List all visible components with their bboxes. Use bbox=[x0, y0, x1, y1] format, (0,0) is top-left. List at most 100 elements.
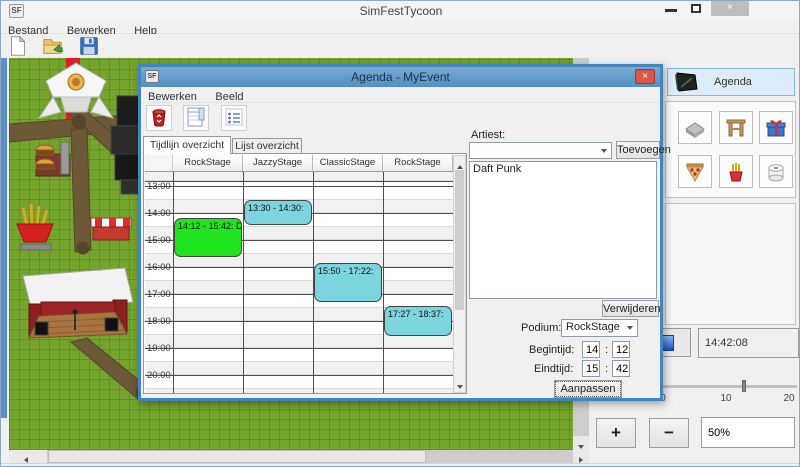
end-minute-input[interactable] bbox=[612, 360, 630, 377]
timeline-event[interactable]: 13:30 - 14:30: bbox=[244, 200, 312, 225]
build-toilet-button[interactable] bbox=[759, 155, 793, 188]
info-panel bbox=[665, 203, 796, 325]
app-window: SF SimFestTycoon × Bestand Bewerken Help bbox=[0, 0, 800, 467]
build-gift-button[interactable] bbox=[759, 111, 793, 144]
build-fries-button[interactable] bbox=[719, 155, 753, 188]
stage-frame-icon bbox=[724, 116, 748, 140]
open-folder-icon bbox=[42, 35, 64, 57]
start-minute-input[interactable] bbox=[612, 341, 630, 358]
artist-listbox[interactable]: Daft Punk bbox=[469, 161, 657, 299]
zoom-in-button[interactable]: + bbox=[596, 418, 636, 448]
build-road-button[interactable] bbox=[678, 111, 712, 144]
save-floppy-icon bbox=[78, 35, 100, 57]
scroll-down-icon[interactable] bbox=[457, 385, 463, 389]
minimize-icon[interactable] bbox=[665, 9, 677, 12]
game-clock: 14:42:08 bbox=[698, 328, 799, 358]
time-label: 20:00 bbox=[147, 370, 171, 381]
time-gutter-header bbox=[145, 155, 173, 171]
artist-combobox[interactable] bbox=[469, 142, 612, 159]
trash-icon bbox=[149, 106, 169, 128]
fries-icon bbox=[724, 160, 748, 184]
time-label: 13:00 bbox=[147, 181, 171, 192]
scroll-right-icon[interactable] bbox=[573, 450, 589, 463]
build-stage-button[interactable] bbox=[719, 111, 753, 144]
zoom-level-input[interactable] bbox=[701, 417, 795, 448]
timeline-tab-page: RockStage JazzyStage ClassicStage RockSt… bbox=[143, 153, 467, 394]
time-label: 15:00 bbox=[147, 235, 171, 246]
timeline-view-icon bbox=[186, 106, 206, 128]
scroll-down-icon[interactable] bbox=[573, 436, 589, 450]
apply-button[interactable]: Aanpassen bbox=[555, 381, 621, 397]
artist-list-item[interactable]: Daft Punk bbox=[470, 162, 656, 176]
main-toolbar bbox=[1, 34, 800, 58]
main-menubar: Bestand Bewerken Help bbox=[1, 21, 800, 34]
artist-label: Artiest: bbox=[471, 129, 505, 141]
scrollbar-thumb[interactable] bbox=[48, 450, 426, 463]
chevron-down-icon bbox=[601, 149, 607, 153]
save-button[interactable] bbox=[78, 35, 100, 57]
dialog-toolbar bbox=[141, 103, 660, 134]
timeline-view-button[interactable] bbox=[183, 105, 209, 131]
column-header-rockstage-1: RockStage bbox=[173, 155, 243, 171]
build-pizza-button[interactable] bbox=[678, 155, 712, 188]
dialog-close-button[interactable]: × bbox=[635, 69, 655, 84]
dialog-titlebar[interactable]: SF Agenda - MyEvent × bbox=[141, 67, 660, 87]
tab-lijst-overzicht[interactable]: Lijst overzicht bbox=[232, 138, 302, 154]
dialog-menubar: Bewerken Beeld bbox=[141, 87, 660, 103]
start-hour-input[interactable] bbox=[582, 341, 600, 358]
timeline-event[interactable]: 17:27 - 18:37: bbox=[384, 306, 452, 336]
map-left-border bbox=[1, 58, 7, 418]
timeline-scrollbar[interactable] bbox=[453, 155, 466, 393]
timeline-header: RockStage JazzyStage ClassicStage RockSt… bbox=[145, 155, 453, 172]
agenda-book-icon bbox=[674, 71, 700, 93]
maximize-icon[interactable] bbox=[691, 4, 701, 13]
slider-tick-label: 20 bbox=[783, 393, 794, 404]
scroll-left-icon[interactable] bbox=[9, 450, 47, 463]
open-file-button[interactable] bbox=[42, 35, 64, 57]
list-view-icon bbox=[224, 106, 244, 128]
main-stage[interactable] bbox=[23, 268, 133, 338]
stage-combobox[interactable]: RockStage bbox=[561, 319, 638, 337]
delete-event-button[interactable] bbox=[146, 105, 172, 131]
dialog-title: Agenda - MyEvent bbox=[141, 70, 660, 84]
scroll-up-icon[interactable] bbox=[457, 165, 463, 169]
close-button[interactable]: × bbox=[711, 1, 749, 16]
column-header-rockstage-2: RockStage bbox=[383, 155, 453, 171]
stage-label: Podium: bbox=[521, 322, 561, 334]
time-colon: : bbox=[605, 344, 608, 356]
agenda-button[interactable]: Agenda bbox=[667, 68, 795, 96]
tab-tijdlijn-overzicht[interactable]: Tijdlijn overzicht bbox=[143, 136, 231, 154]
burger-stand[interactable] bbox=[36, 142, 70, 176]
timeline-grid[interactable]: RockStage JazzyStage ClassicStage RockSt… bbox=[145, 155, 466, 393]
road-icon bbox=[683, 116, 707, 140]
timeline-body[interactable]: 13:00 14:00 15:00 16:00 17:00 18:00 19:0… bbox=[145, 172, 453, 393]
window-titlebar[interactable]: SF SimFestTycoon × bbox=[1, 1, 800, 21]
timeline-event-daftpunk[interactable]: 14:12 - 15:42: Daft P bbox=[174, 218, 242, 257]
build-icon-panel bbox=[665, 101, 796, 198]
slider-tick-label: 10 bbox=[720, 393, 731, 404]
scrollbar-thumb[interactable] bbox=[455, 170, 464, 310]
agenda-tab-control: Tijdlijn overzicht Lijst overzicht RockS… bbox=[143, 136, 469, 396]
map-horizontal-scrollbar[interactable] bbox=[9, 450, 589, 463]
list-view-button[interactable] bbox=[221, 105, 247, 131]
time-label: 18:00 bbox=[147, 316, 171, 327]
start-time-label: Begintijd: bbox=[529, 344, 574, 356]
new-file-icon bbox=[7, 35, 29, 57]
end-hour-input[interactable] bbox=[582, 360, 600, 377]
zoom-out-button[interactable]: − bbox=[649, 418, 689, 448]
new-file-button[interactable] bbox=[7, 35, 29, 57]
tent[interactable] bbox=[39, 63, 113, 118]
time-label: 17:00 bbox=[147, 289, 171, 300]
remove-artist-button[interactable]: Verwijderen bbox=[602, 300, 659, 317]
fries-stand[interactable] bbox=[17, 204, 53, 250]
chevron-down-icon bbox=[627, 326, 633, 330]
popcorn-stand[interactable] bbox=[91, 218, 131, 240]
toilet-paper-icon bbox=[764, 160, 788, 184]
column-header-jazzystage: JazzyStage bbox=[243, 155, 313, 171]
time-label: 14:00 bbox=[147, 208, 171, 219]
slider-thumb[interactable] bbox=[742, 380, 746, 392]
timeline-event[interactable]: 15:50 - 17:22: bbox=[314, 263, 382, 302]
add-artist-button[interactable]: Toevoegen bbox=[616, 141, 660, 159]
agenda-button-label: Agenda bbox=[714, 76, 752, 88]
agenda-dialog: SF Agenda - MyEvent × Bewerken Beeld Tij… bbox=[138, 64, 663, 401]
